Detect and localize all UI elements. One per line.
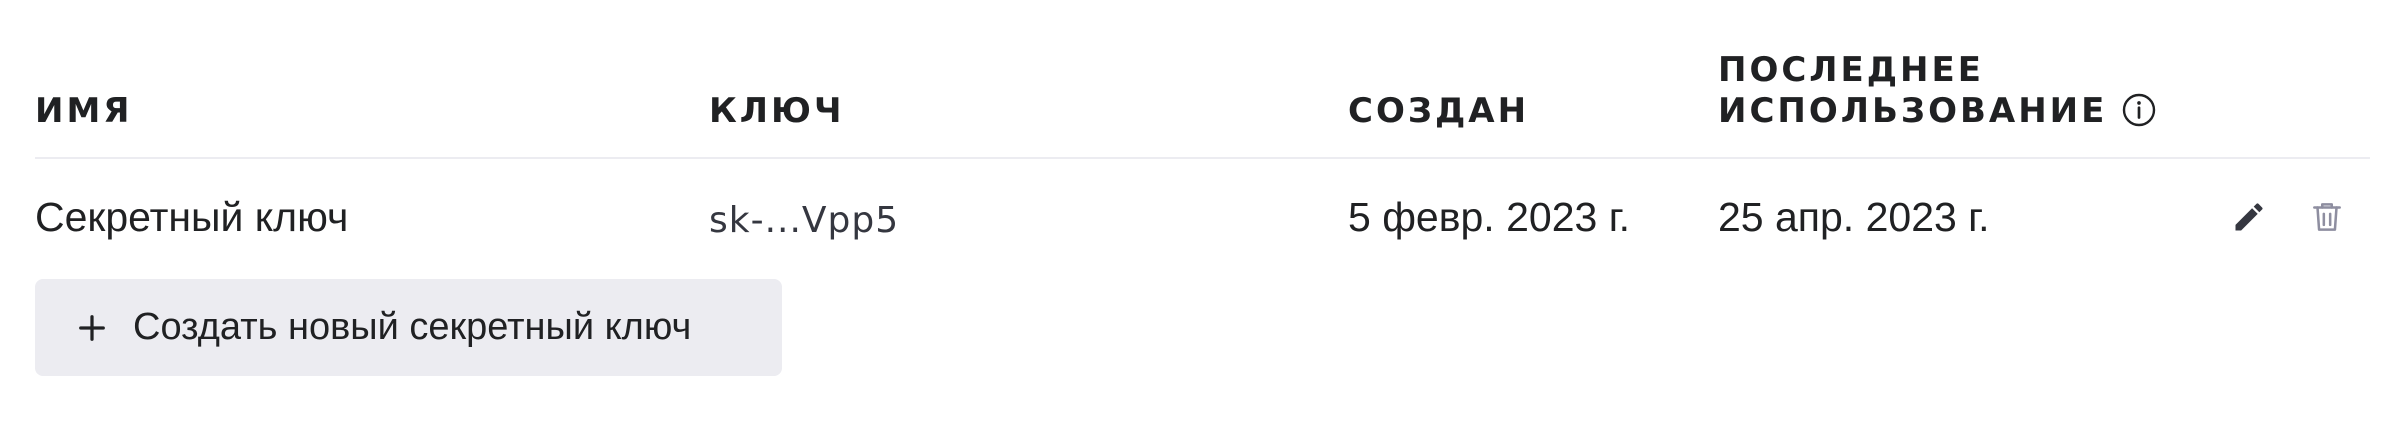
trash-icon bbox=[2313, 203, 2341, 231]
column-header-key: КЛЮЧ bbox=[709, 91, 845, 131]
plus-icon bbox=[79, 314, 105, 341]
column-header-last-used-line2-text: ИСПОЛЬЗОВАНИЕ bbox=[1718, 91, 2108, 131]
header-divider bbox=[35, 157, 2370, 159]
key-name-cell: Секретный ключ bbox=[35, 194, 349, 240]
delete-key-button[interactable] bbox=[2306, 196, 2348, 238]
pencil-icon bbox=[2235, 203, 2263, 231]
info-icon[interactable] bbox=[2121, 92, 2157, 128]
column-header-last-used-line2: ИСПОЛЬЗОВАНИЕ bbox=[1718, 91, 2157, 132]
api-keys-table: ИМЯ КЛЮЧ СОЗДАН ПОСЛЕДНЕЕ ИСПОЛЬЗОВАНИЕ … bbox=[0, 0, 2399, 432]
column-header-last-used: ПОСЛЕДНЕЕ ИСПОЛЬЗОВАНИЕ bbox=[1718, 50, 2157, 132]
column-header-name: ИМЯ bbox=[35, 91, 133, 131]
key-value-cell: sk-...Vpp5 bbox=[709, 200, 900, 241]
create-secret-key-label: Создать новый секретный ключ bbox=[133, 306, 692, 348]
column-header-last-used-line1: ПОСЛЕДНЕЕ bbox=[1718, 50, 1984, 90]
create-secret-key-button[interactable]: Создать новый секретный ключ bbox=[35, 279, 782, 376]
last-used-date-cell: 25 апр. 2023 г. bbox=[1718, 194, 1990, 240]
created-date-cell: 5 февр. 2023 г. bbox=[1348, 194, 1631, 240]
column-header-created: СОЗДАН bbox=[1348, 91, 1530, 131]
edit-key-button[interactable] bbox=[2228, 196, 2270, 238]
